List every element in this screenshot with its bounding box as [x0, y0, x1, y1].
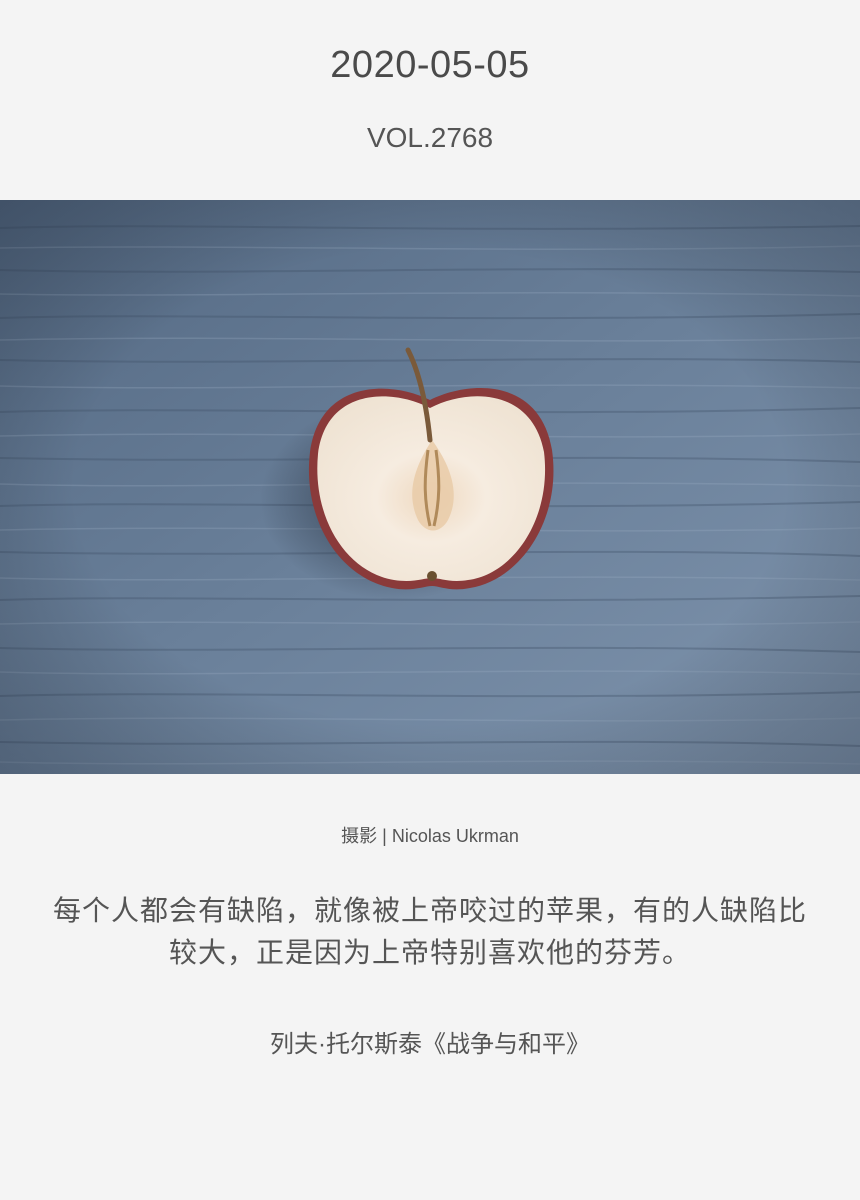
featured-photo [0, 200, 860, 774]
issue-date: 2020-05-05 [330, 44, 530, 86]
quote-source: 列夫·托尔斯泰《战争与和平》 [270, 1031, 590, 1058]
issue-volume: VOL.2768 [366, 122, 494, 153]
photo-credit: 摄影 | Nicolas Ukrman [341, 826, 519, 846]
quote-text: 每个人都会有缺陷，就像被上帝咬过的苹果，有的人缺陷比较大，正是因为上帝特别喜欢他… [52, 895, 807, 968]
